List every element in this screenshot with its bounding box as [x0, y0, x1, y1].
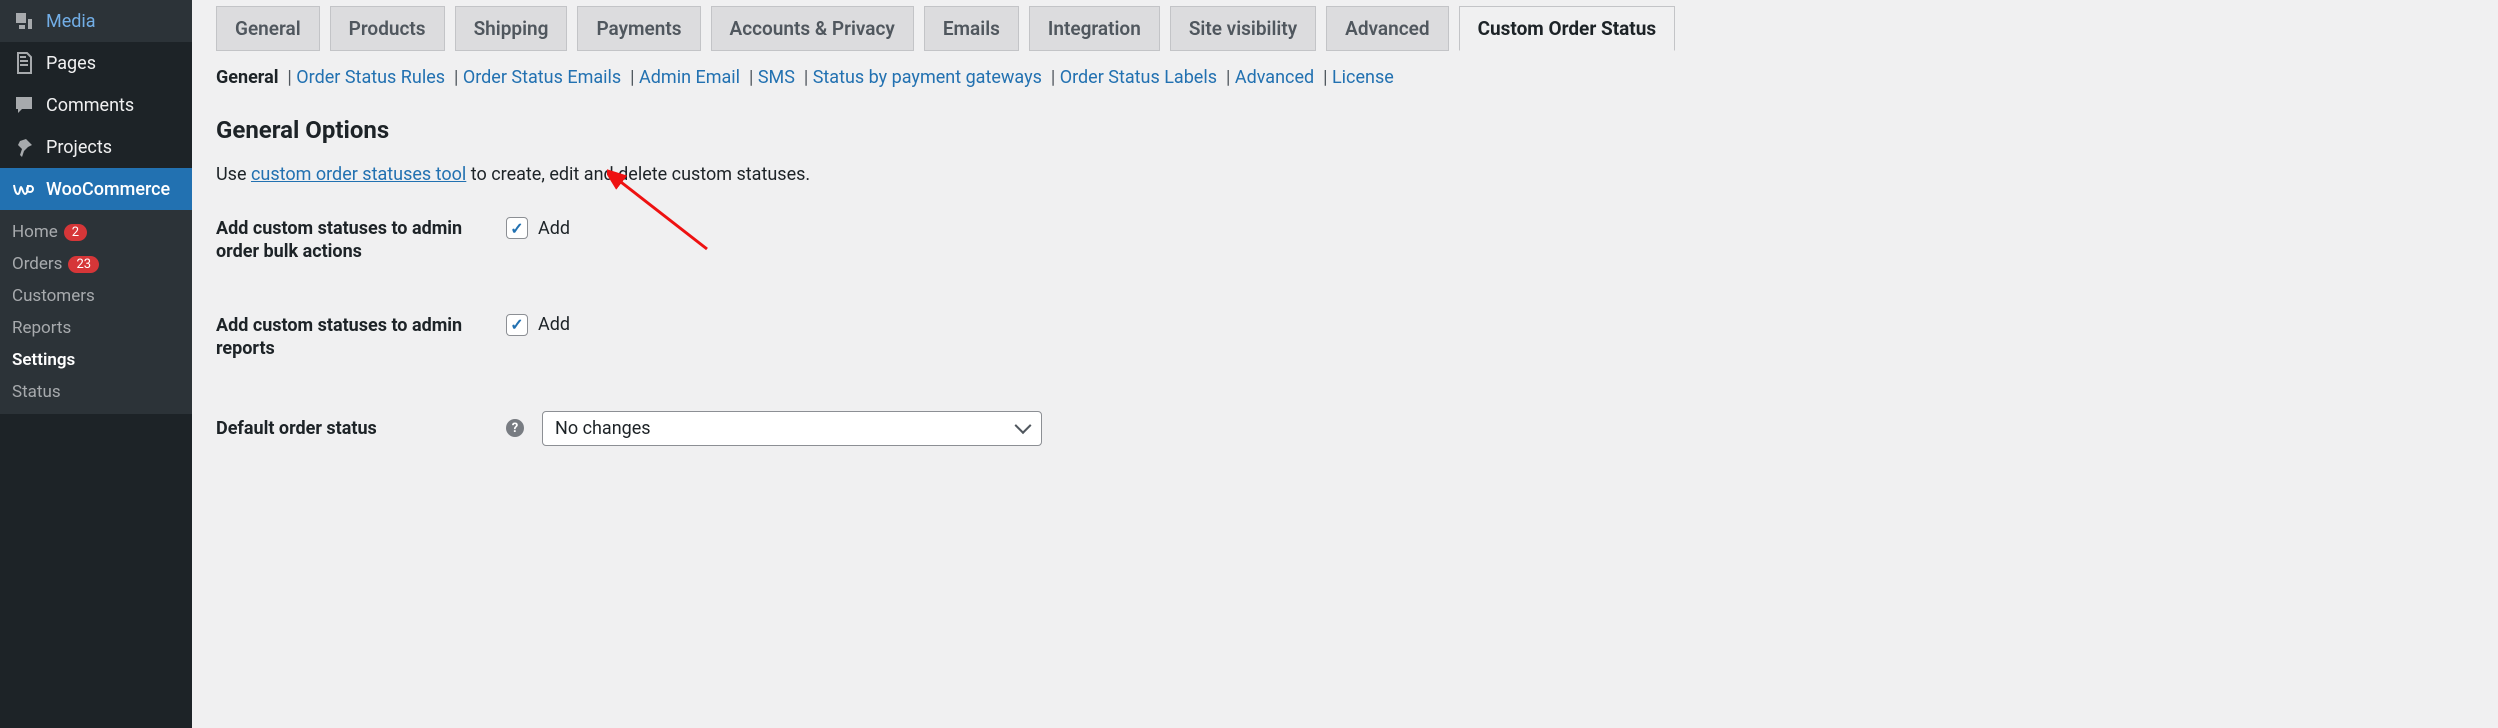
- sidebar-item-media[interactable]: Media: [0, 0, 192, 42]
- main-content: General Products Shipping Payments Accou…: [192, 0, 2498, 728]
- intro-prefix: Use: [216, 164, 251, 185]
- tab-custom-order-status[interactable]: Custom Order Status: [1459, 6, 1676, 51]
- field-label: Default order status: [216, 411, 506, 440]
- select-value: No changes: [555, 418, 651, 439]
- intro-text: Use custom order statuses tool to create…: [216, 164, 2474, 185]
- sidebar-item-woocommerce[interactable]: WooCommerce: [0, 168, 192, 210]
- field-bulk-actions: Add custom statuses to admin order bulk …: [216, 217, 2474, 264]
- sublink-general[interactable]: General: [216, 67, 279, 88]
- tab-shipping[interactable]: Shipping: [455, 6, 568, 51]
- sublink-order-status-rules[interactable]: Order Status Rules: [296, 67, 445, 88]
- tab-products[interactable]: Products: [330, 6, 445, 51]
- settings-tabs: General Products Shipping Payments Accou…: [216, 6, 2474, 51]
- comments-icon: [12, 93, 36, 117]
- checkbox-admin-reports[interactable]: [506, 314, 528, 336]
- sidebar-item-label: Pages: [46, 53, 96, 74]
- help-icon[interactable]: ?: [506, 419, 524, 437]
- tab-emails[interactable]: Emails: [924, 6, 1019, 51]
- submenu-item-customers[interactable]: Customers: [0, 280, 192, 312]
- checkbox-label: Add: [538, 314, 570, 335]
- sublink-order-status-emails[interactable]: Order Status Emails: [463, 67, 621, 88]
- section-sublinks: General | Order Status Rules | Order Sta…: [216, 67, 2474, 88]
- field-label: Add custom statuses to admin order bulk …: [216, 217, 506, 264]
- admin-sidebar: Media Pages Comments Projects WooCommerc…: [0, 0, 192, 728]
- submenu-item-home[interactable]: Home 2: [0, 216, 192, 248]
- submenu-item-orders[interactable]: Orders 23: [0, 248, 192, 280]
- submenu-label: Customers: [12, 286, 95, 306]
- woocommerce-icon: [12, 177, 36, 201]
- sidebar-item-pages[interactable]: Pages: [0, 42, 192, 84]
- submenu-label: Orders: [12, 254, 62, 274]
- submenu-item-reports[interactable]: Reports: [0, 312, 192, 344]
- sublink-sms[interactable]: SMS: [758, 67, 795, 88]
- field-label: Add custom statuses to admin reports: [216, 314, 506, 361]
- sidebar-item-label: Comments: [46, 95, 134, 116]
- submenu-label: Home: [12, 222, 58, 242]
- tab-site-visibility[interactable]: Site visibility: [1170, 6, 1316, 51]
- select-default-order-status[interactable]: No changes: [542, 411, 1042, 446]
- submenu-item-settings[interactable]: Settings: [0, 344, 192, 376]
- custom-statuses-tool-link[interactable]: custom order statuses tool: [251, 164, 466, 185]
- submenu-label: Status: [12, 382, 61, 402]
- tab-general[interactable]: General: [216, 6, 320, 51]
- sidebar-item-projects[interactable]: Projects: [0, 126, 192, 168]
- checkbox-label: Add: [538, 218, 570, 239]
- woocommerce-submenu: Home 2 Orders 23 Customers Reports Setti…: [0, 210, 192, 414]
- sublink-advanced[interactable]: Advanced: [1235, 67, 1314, 88]
- tab-payments[interactable]: Payments: [577, 6, 700, 51]
- intro-suffix: to create, edit and delete custom status…: [466, 164, 810, 185]
- submenu-label: Reports: [12, 318, 71, 338]
- sidebar-item-label: Projects: [46, 137, 112, 158]
- sublink-status-by-payment-gateways[interactable]: Status by payment gateways: [813, 67, 1042, 88]
- media-icon: [12, 9, 36, 33]
- field-default-order-status: Default order status ? No changes: [216, 411, 2474, 446]
- field-admin-reports: Add custom statuses to admin reports Add: [216, 314, 2474, 361]
- badge-count: 23: [68, 256, 99, 273]
- checkbox-bulk-actions[interactable]: [506, 217, 528, 239]
- sublink-license[interactable]: License: [1332, 67, 1394, 88]
- sidebar-item-comments[interactable]: Comments: [0, 84, 192, 126]
- tab-integration[interactable]: Integration: [1029, 6, 1160, 51]
- pin-icon: [12, 135, 36, 159]
- sidebar-item-label: Media: [46, 11, 96, 32]
- section-heading: General Options: [216, 116, 2474, 144]
- submenu-label: Settings: [12, 350, 75, 370]
- submenu-item-status[interactable]: Status: [0, 376, 192, 408]
- sublink-admin-email[interactable]: Admin Email: [639, 67, 740, 88]
- sublink-order-status-labels[interactable]: Order Status Labels: [1060, 67, 1217, 88]
- tab-accounts-privacy[interactable]: Accounts & Privacy: [711, 6, 914, 51]
- sidebar-item-label: WooCommerce: [46, 179, 170, 200]
- tab-advanced[interactable]: Advanced: [1326, 6, 1448, 51]
- pages-icon: [12, 51, 36, 75]
- badge-count: 2: [64, 224, 87, 241]
